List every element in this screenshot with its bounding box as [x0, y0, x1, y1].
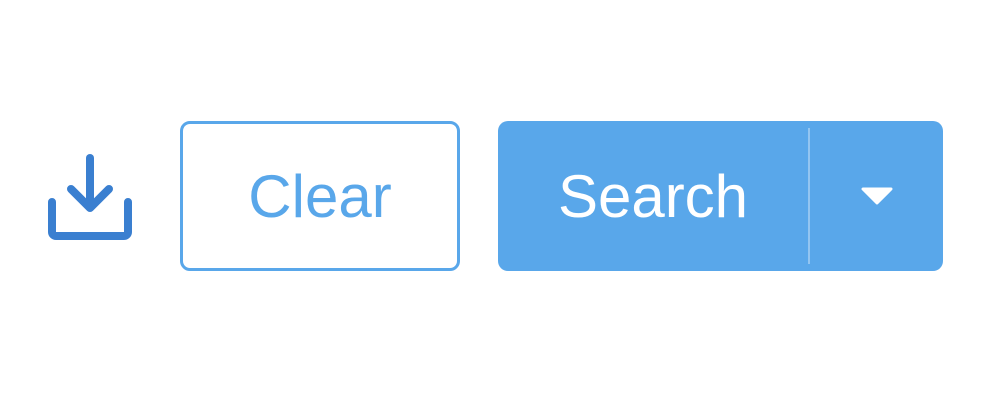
search-button[interactable]: Search [498, 121, 808, 271]
download-button[interactable] [44, 150, 136, 242]
download-icon [44, 150, 136, 242]
toolbar: Clear Search [0, 0, 1000, 400]
search-button-label: Search [557, 162, 749, 230]
caret-down-icon [860, 186, 894, 206]
search-options-dropdown-button[interactable] [810, 121, 943, 271]
clear-button[interactable]: Clear [180, 121, 460, 271]
clear-button-label: Clear [248, 162, 392, 230]
search-split-button: Search [498, 121, 943, 271]
